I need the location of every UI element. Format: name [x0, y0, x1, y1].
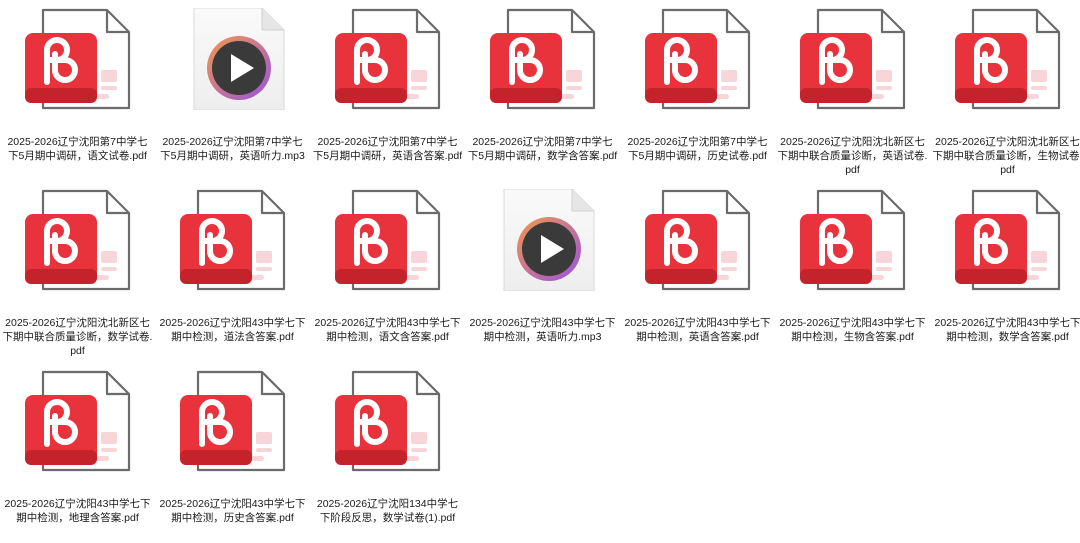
wps-pdf-icon	[178, 189, 288, 291]
file-name-label: 2025-2026辽宁沈阳第7中学七下5月期中调研，英语含答案.pdf	[313, 135, 463, 163]
wps-pdf-icon	[23, 8, 133, 110]
file-item-pdf[interactable]: 2025-2026辽宁沈阳43中学七下期中检测，道法含答案.pdf	[155, 181, 310, 362]
file-name-label: 2025-2026辽宁沈阳43中学七下期中检测，数学含答案.pdf	[933, 316, 1080, 344]
file-name-label: 2025-2026辽宁沈阳43中学七下期中检测，生物含答案.pdf	[778, 316, 928, 344]
file-name-label: 2025-2026辽宁沈阳43中学七下期中检测，英语听力.mp3	[468, 316, 618, 344]
file-icon-wrapper	[333, 189, 443, 291]
file-item-mp3[interactable]: 2025-2026辽宁沈阳43中学七下期中检测，英语听力.mp3	[465, 181, 620, 362]
file-icon-wrapper	[953, 189, 1063, 291]
wps-pdf-icon	[953, 8, 1063, 110]
file-item-pdf[interactable]: 2025-2026辽宁沈阳43中学七下期中检测，历史含答案.pdf	[155, 362, 310, 543]
wps-pdf-icon	[643, 189, 753, 291]
file-name-label: 2025-2026辽宁沈阳43中学七下期中检测，道法含答案.pdf	[158, 316, 308, 344]
wps-pdf-icon	[798, 8, 908, 110]
wps-pdf-icon	[23, 189, 133, 291]
file-name-label: 2025-2026辽宁沈阳43中学七下期中检测，历史含答案.pdf	[158, 497, 308, 525]
file-item-pdf[interactable]: 2025-2026辽宁沈阳43中学七下期中检测，生物含答案.pdf	[775, 181, 930, 362]
file-icon-wrapper	[23, 8, 133, 110]
file-name-label: 2025-2026辽宁沈阳第7中学七下5月期中调研，英语听力.mp3	[158, 135, 308, 163]
file-item-pdf[interactable]: 2025-2026辽宁沈阳沈北新区七下期中联合质量诊断，数学试卷.pdf	[0, 181, 155, 362]
file-item-pdf[interactable]: 2025-2026辽宁沈阳沈北新区七下期中联合质量诊断，英语试卷.pdf	[775, 0, 930, 181]
file-name-label: 2025-2026辽宁沈阳43中学七下期中检测，语文含答案.pdf	[313, 316, 463, 344]
file-item-mp3[interactable]: 2025-2026辽宁沈阳第7中学七下5月期中调研，英语听力.mp3	[155, 0, 310, 181]
file-icon-wrapper	[798, 8, 908, 110]
file-item-pdf[interactable]: 2025-2026辽宁沈阳第7中学七下5月期中调研，英语含答案.pdf	[310, 0, 465, 181]
media-play-icon	[178, 8, 288, 110]
media-play-icon	[488, 189, 598, 291]
file-item-pdf[interactable]: 2025-2026辽宁沈阳43中学七下期中检测，数学含答案.pdf	[930, 181, 1080, 362]
file-item-pdf[interactable]: 2025-2026辽宁沈阳第7中学七下5月期中调研，语文试卷.pdf	[0, 0, 155, 181]
file-name-label: 2025-2026辽宁沈阳第7中学七下5月期中调研，语文试卷.pdf	[3, 135, 153, 163]
wps-pdf-icon	[333, 189, 443, 291]
file-name-label: 2025-2026辽宁沈阳沈北新区七下期中联合质量诊断，生物试卷.pdf	[933, 135, 1080, 177]
file-item-pdf[interactable]: 2025-2026辽宁沈阳43中学七下期中检测，英语含答案.pdf	[620, 181, 775, 362]
file-name-label: 2025-2026辽宁沈阳第7中学七下5月期中调研，数学含答案.pdf	[468, 135, 618, 163]
file-icon-wrapper	[643, 8, 753, 110]
file-item-pdf[interactable]: 2025-2026辽宁沈阳43中学七下期中检测，地理含答案.pdf	[0, 362, 155, 543]
file-name-label: 2025-2026辽宁沈阳沈北新区七下期中联合质量诊断，英语试卷.pdf	[778, 135, 928, 177]
wps-pdf-icon	[333, 8, 443, 110]
wps-pdf-icon	[798, 189, 908, 291]
file-item-pdf[interactable]: 2025-2026辽宁沈阳43中学七下期中检测，语文含答案.pdf	[310, 181, 465, 362]
wps-pdf-icon	[178, 370, 288, 472]
wps-pdf-icon	[23, 370, 133, 472]
file-icon-wrapper	[178, 8, 288, 110]
file-name-label: 2025-2026辽宁沈阳沈北新区七下期中联合质量诊断，数学试卷.pdf	[3, 316, 153, 358]
file-name-label: 2025-2026辽宁沈阳43中学七下期中检测，地理含答案.pdf	[3, 497, 153, 525]
wps-pdf-icon	[488, 8, 598, 110]
file-name-label: 2025-2026辽宁沈阳134中学七下阶段反思，数学试卷(1).pdf	[313, 497, 463, 525]
file-icon-wrapper	[488, 8, 598, 110]
file-item-pdf[interactable]: 2025-2026辽宁沈阳第7中学七下5月期中调研，数学含答案.pdf	[465, 0, 620, 181]
file-icon-wrapper	[333, 8, 443, 110]
wps-pdf-icon	[333, 370, 443, 472]
file-icon-wrapper	[643, 189, 753, 291]
file-icon-wrapper	[333, 370, 443, 472]
file-name-label: 2025-2026辽宁沈阳43中学七下期中检测，英语含答案.pdf	[623, 316, 773, 344]
file-icon-wrapper	[488, 189, 598, 291]
file-icon-wrapper	[953, 8, 1063, 110]
file-item-pdf[interactable]: 2025-2026辽宁沈阳134中学七下阶段反思，数学试卷(1).pdf	[310, 362, 465, 543]
file-icon-wrapper	[23, 370, 133, 472]
file-icon-wrapper	[23, 189, 133, 291]
file-item-pdf[interactable]: 2025-2026辽宁沈阳沈北新区七下期中联合质量诊断，生物试卷.pdf	[930, 0, 1080, 181]
file-icon-wrapper	[178, 189, 288, 291]
wps-pdf-icon	[643, 8, 753, 110]
file-name-label: 2025-2026辽宁沈阳第7中学七下5月期中调研，历史试卷.pdf	[623, 135, 773, 163]
file-grid: 2025-2026辽宁沈阳第7中学七下5月期中调研，语文试卷.pdf 2025-…	[0, 0, 1080, 536]
wps-pdf-icon	[953, 189, 1063, 291]
file-item-pdf[interactable]: 2025-2026辽宁沈阳第7中学七下5月期中调研，历史试卷.pdf	[620, 0, 775, 181]
file-icon-wrapper	[178, 370, 288, 472]
file-icon-wrapper	[798, 189, 908, 291]
